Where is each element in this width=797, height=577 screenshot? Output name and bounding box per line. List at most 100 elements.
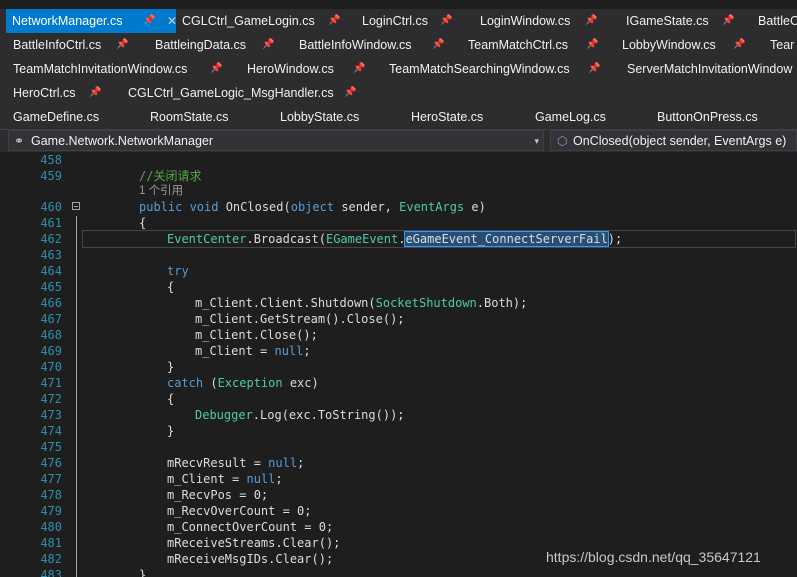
code-token: { [167, 392, 175, 406]
code-token: ; [275, 472, 283, 486]
tab-label: BattleC [758, 14, 797, 28]
tab-label: HeroCtrl.cs [13, 86, 76, 100]
tab-gamelog[interactable]: GameLog.cs [529, 105, 612, 129]
tab-row-2: BattleInfoCtrl.cs 📌 BattleingData.cs 📌 B… [0, 33, 797, 57]
tab-igamestate[interactable]: IGameState.cs [620, 9, 715, 33]
code-token: ; [303, 344, 311, 358]
tab-roomstate[interactable]: RoomState.cs [144, 105, 235, 129]
tab-team-partial[interactable]: Tear [764, 33, 797, 57]
collapse-icon[interactable] [72, 202, 80, 210]
code-token: { [167, 280, 175, 294]
code-line: 467 m_Client.GetStream().Close(); [0, 311, 797, 327]
codelens-references[interactable]: 1 个引用 [139, 183, 183, 199]
tab-label: BattleInfoWindow.cs [299, 38, 412, 52]
tab-networkmanager[interactable]: NetworkManager.cs 📌 ✕ [6, 9, 177, 33]
code-line: 469 m_Client = null; [0, 343, 797, 359]
pin-icon[interactable]: 📌 [440, 9, 452, 33]
pin-icon[interactable]: 📌 [210, 57, 222, 81]
line-number: 472 [40, 392, 62, 406]
code-token: ; [297, 456, 305, 470]
tab-servermatchinvitationwindow[interactable]: ServerMatchInvitationWindow [621, 57, 797, 81]
member-selector-dropdown[interactable]: ⬡ OnClosed(object sender, EventArgs e) [550, 130, 797, 151]
tab-label: TeamMatchInvitationWindow.cs [13, 62, 188, 76]
tab-lobbywindow[interactable]: LobbyWindow.cs [616, 33, 722, 57]
code-token: sender, [334, 200, 400, 214]
code-token: m_ConnectOverCount = 0; [167, 520, 334, 534]
pin-icon[interactable]: 📌 [328, 9, 340, 33]
line-number: 462 [40, 232, 62, 246]
class-selector-dropdown[interactable]: ⚭ Game.Network.NetworkManager ▾ [8, 130, 544, 151]
line-number: 468 [40, 328, 62, 342]
tab-buttononpress[interactable]: ButtonOnPress.cs [651, 105, 764, 129]
tab-cglctrl-gamelogin[interactable]: CGLCtrl_GameLogin.cs [176, 9, 321, 33]
tab-teammatchinvitationwindow[interactable]: TeamMatchInvitationWindow.cs [7, 57, 193, 81]
method-icon: ⬡ [557, 134, 568, 148]
tab-gamedefine[interactable]: GameDefine.cs [7, 105, 105, 129]
tab-battleinfoctrl[interactable]: BattleInfoCtrl.cs [7, 33, 107, 57]
navigation-bar: ⚭ Game.Network.NetworkManager ▾ ⬡ OnClos… [0, 129, 797, 152]
tab-heroctrl[interactable]: HeroCtrl.cs [7, 81, 82, 105]
tab-label: RoomState.cs [150, 110, 229, 124]
pin-icon[interactable]: 📌 [722, 9, 734, 33]
tab-battleingdata[interactable]: BattleingData.cs [149, 33, 252, 57]
pin-icon[interactable]: 📌 [116, 33, 128, 57]
pin-icon[interactable]: 📌 [588, 57, 600, 81]
tab-row-5: GameDefine.cs RoomState.cs LobbyState.cs… [0, 105, 797, 129]
tab-battleinfowindow[interactable]: BattleInfoWindow.cs [293, 33, 418, 57]
tab-herowindow[interactable]: HeroWindow.cs [241, 57, 340, 81]
code-token: null [246, 472, 276, 486]
pin-icon[interactable]: 📌 [432, 33, 444, 57]
line-number: 479 [40, 504, 62, 518]
code-editor[interactable]: 458 459 //关闭请求 1 个引用 460 public void OnClo… [0, 152, 797, 577]
tab-teammatchsearchingwindow[interactable]: TeamMatchSearchingWindow.cs [383, 57, 576, 81]
line-number: 474 [40, 424, 62, 438]
tab-herostate[interactable]: HeroState.cs [405, 105, 489, 129]
tab-label: Tear [770, 38, 795, 52]
code-token: public void [139, 200, 226, 214]
code-token: SocketShutdown [375, 296, 477, 310]
line-number: 480 [40, 520, 62, 534]
class-icon: ⚭ [14, 134, 25, 148]
code-line: 464 try [0, 263, 797, 279]
selected-text[interactable]: eGameEvent_ConnectServerFail [404, 231, 609, 247]
tab-loginwindow[interactable]: LoginWindow.cs [474, 9, 576, 33]
tab-cglctrl-gamelogic-msghandler[interactable]: CGLCtrl_GameLogic_MsgHandler.cs [122, 81, 340, 105]
tab-label: BattleingData.cs [155, 38, 247, 52]
codelens-line: 1 个引用 [0, 183, 797, 198]
chevron-down-icon[interactable]: ▾ [534, 131, 539, 151]
code-token: m_RecvOverCount = 0; [167, 504, 312, 518]
tab-label: TeamMatchSearchingWindow.cs [389, 62, 570, 76]
pin-icon[interactable]: 📌 [585, 9, 597, 33]
code-token: try [167, 264, 189, 278]
line-number: 470 [40, 360, 62, 374]
pin-icon[interactable]: 📌 [733, 33, 745, 57]
line-number: 469 [40, 344, 62, 358]
line-number: 482 [40, 552, 62, 566]
tab-lobbystate[interactable]: LobbyState.cs [274, 105, 365, 129]
pin-icon[interactable]: 📌 [143, 9, 155, 33]
pin-icon[interactable]: 📌 [344, 81, 356, 105]
code-line: 483} [0, 567, 797, 577]
pin-icon[interactable]: 📌 [262, 33, 274, 57]
tab-teammatchctrl[interactable]: TeamMatchCtrl.cs [462, 33, 574, 57]
tab-label: HeroWindow.cs [247, 62, 334, 76]
tab-label: LoginCtrl.cs [362, 14, 428, 28]
tab-label: IGameState.cs [626, 14, 709, 28]
tab-battle-partial[interactable]: BattleC [752, 9, 797, 33]
code-token: OnClosed( [225, 200, 291, 214]
code-token: m_RecvPos = 0; [167, 488, 269, 502]
tab-label: ServerMatchInvitationWindow [627, 62, 793, 76]
pin-icon[interactable]: 📌 [89, 81, 101, 105]
tab-loginctrl[interactable]: LoginCtrl.cs [356, 9, 434, 33]
line-number: 465 [40, 280, 62, 294]
code-token: Debugger [195, 408, 253, 422]
code-token: } [167, 360, 175, 374]
code-line: 459 //关闭请求 [0, 168, 797, 184]
code-token: catch [167, 376, 204, 390]
line-number: 473 [40, 408, 62, 422]
code-line: 478 m_RecvPos = 0; [0, 487, 797, 503]
pin-icon[interactable]: 📌 [586, 33, 598, 57]
pin-icon[interactable]: 📌 [353, 57, 365, 81]
code-token: null [274, 344, 304, 358]
code-token: mRecvResult = [167, 456, 269, 470]
